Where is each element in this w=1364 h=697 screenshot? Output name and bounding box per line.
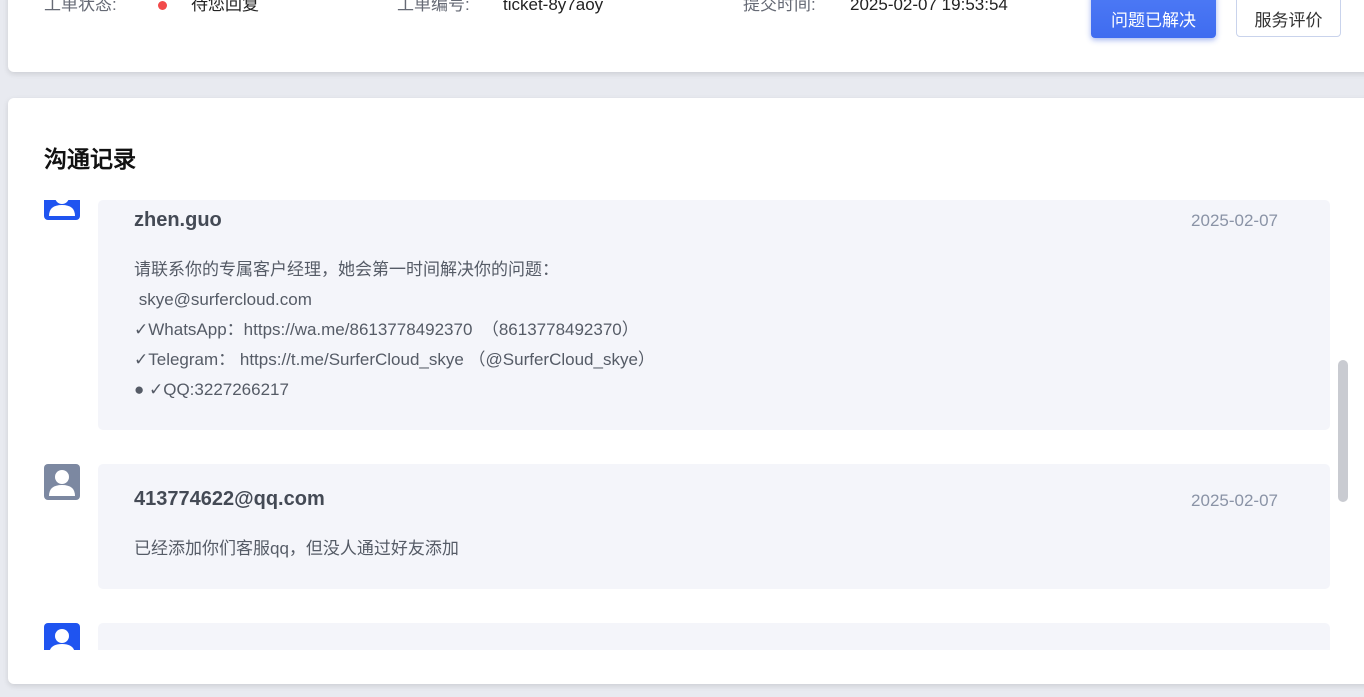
avatar-icon: [44, 623, 80, 650]
communication-record-card: 沟通记录 zhen.guo 2025-02-07 请联系你的专属客户经理，她会第…: [8, 98, 1364, 684]
message-date: 2025-02-07: [1191, 491, 1278, 510]
ticket-number-value: ticket-8y7aoy: [503, 0, 604, 14]
ticket-number-label: 工单编号:: [397, 0, 470, 14]
status-label: 工单状态:: [44, 0, 117, 14]
message-date: 2025-02-07: [1191, 211, 1278, 230]
message-list[interactable]: zhen.guo 2025-02-07 请联系你的专属客户经理，她会第一时间解决…: [8, 200, 1348, 650]
resolve-button[interactable]: 问题已解决: [1091, 0, 1216, 38]
status-value: 待您回复: [191, 0, 259, 14]
message-line: ✓Telegram： https://t.me/SurferCloud_skye…: [134, 350, 655, 369]
message-item: 413774622@qq.com 2025-02-07 已经添加你们客服qq，但…: [98, 464, 1330, 589]
avatar-icon: [44, 464, 80, 500]
avatar-icon: [44, 200, 80, 220]
scrollbar-thumb[interactable]: [1338, 360, 1348, 502]
message-username: 413774622@qq.com: [134, 488, 325, 510]
message-line: 已经添加你们客服qq，但没人通过好友添加: [134, 539, 459, 558]
status-dot-icon: [158, 1, 167, 10]
message-body: 已经添加你们客服qq，但没人通过好友添加: [134, 534, 459, 564]
submit-time-label: 提交时间:: [743, 0, 816, 14]
message-line: 请联系你的专属客户经理，她会第一时间解决你的问题：: [134, 260, 559, 279]
submit-time-value: 2025-02-07 19:53:54: [850, 0, 1008, 14]
message-item: zhen.guo 2025-02-07 请联系你的专属客户经理，她会第一时间解决…: [98, 200, 1330, 430]
message-line: skye@surfercloud.com: [134, 290, 312, 309]
section-title: 沟通记录: [44, 146, 136, 172]
message-body: 请联系你的专属客户经理，她会第一时间解决你的问题： skye@surferclo…: [134, 255, 655, 405]
message-line: ● ✓QQ:3227266217: [134, 380, 289, 399]
message-item: [98, 623, 1330, 650]
message-line: ✓WhatsApp：https://wa.me/8613778492370 （8…: [134, 320, 639, 339]
message-username: zhen.guo: [134, 209, 222, 231]
rate-service-button[interactable]: 服务评价: [1236, 0, 1341, 37]
scrollbar[interactable]: [1338, 360, 1348, 502]
